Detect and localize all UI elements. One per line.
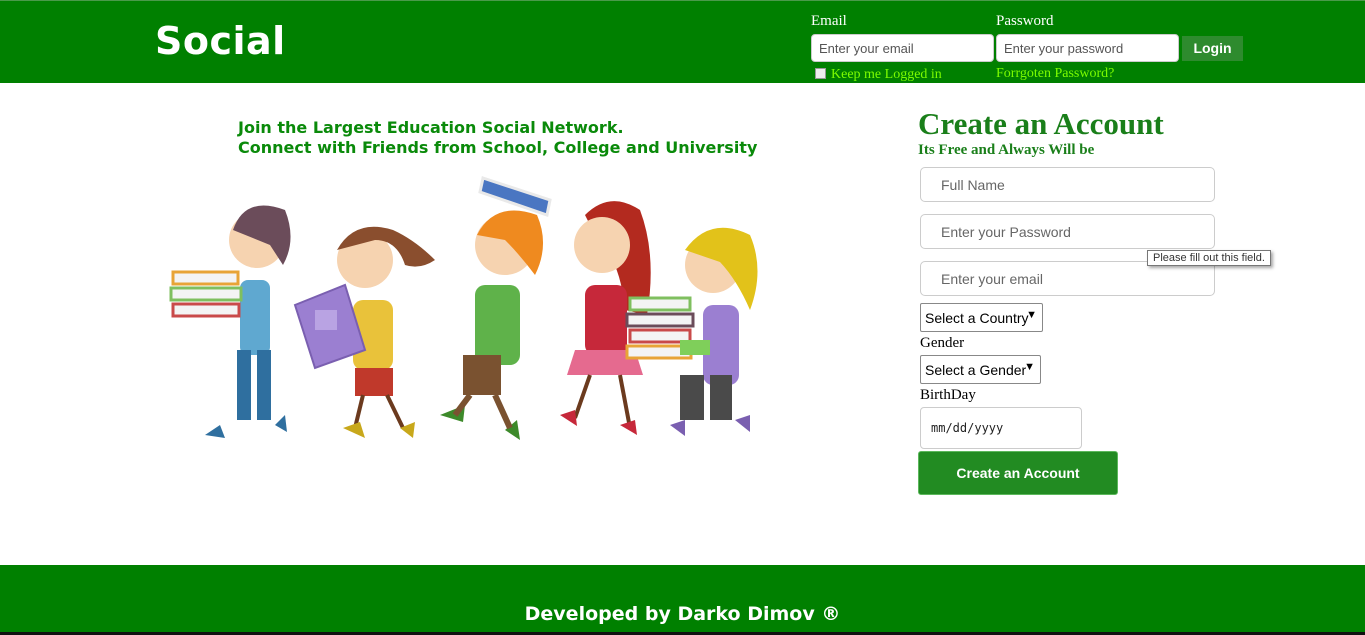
birthday-date-input[interactable]: mm/dd/yyyy [920, 407, 1082, 449]
login-password-input[interactable]: Enter your password [996, 34, 1179, 62]
gender-label: Gender [920, 335, 965, 351]
kid-2 [293, 226, 435, 438]
tagline: Join the Largest Education Social Networ… [238, 118, 757, 158]
validation-tooltip: Please fill out this field. [1147, 250, 1271, 266]
create-account-button[interactable]: Create an Account [918, 451, 1118, 495]
kid-3 [440, 176, 552, 440]
birthday-label: BirthDay [920, 387, 976, 403]
country-select[interactable]: Select a Country ▼ [920, 303, 1043, 332]
dropdown-arrow-icon: ▼ [1024, 361, 1035, 373]
country-select-value: Select a Country [925, 310, 1029, 326]
gender-select[interactable]: Select a Gender ▼ [920, 355, 1041, 384]
forgot-password-link[interactable]: Forrgoten Password? [996, 66, 1114, 82]
top-navbar: Social Email Password Enter your email E… [0, 0, 1365, 83]
signup-email-input[interactable]: Enter your email [920, 261, 1215, 296]
footer-credit: Developed by Darko Dimov ® [524, 603, 841, 625]
password-label: Password [996, 13, 1054, 29]
login-email-input[interactable]: Enter your email [811, 34, 994, 62]
footer: Developed by Darko Dimov ® [0, 565, 1365, 635]
fullname-input[interactable]: Full Name [920, 167, 1215, 202]
keep-logged-label[interactable]: Keep me Logged in [831, 67, 942, 83]
email-label: Email [811, 13, 847, 29]
kid-1 [169, 205, 291, 438]
keep-logged-checkbox[interactable] [815, 68, 826, 79]
kid-4 [560, 201, 695, 435]
gender-select-value: Select a Gender [925, 362, 1027, 378]
login-button[interactable]: Login [1182, 36, 1243, 61]
tagline-line-1: Join the Largest Education Social Networ… [238, 118, 624, 137]
kids-with-books-illustration [169, 176, 758, 440]
signup-title: Create an Account [918, 106, 1164, 141]
signup-password-input[interactable]: Enter your Password [920, 214, 1215, 249]
tagline-line-2: Connect with Friends from School, Colleg… [238, 138, 758, 157]
site-logo[interactable]: Social [155, 19, 286, 63]
signup-subtitle: Its Free and Always Will be [918, 142, 1095, 158]
dropdown-arrow-icon: ▼ [1026, 309, 1037, 321]
